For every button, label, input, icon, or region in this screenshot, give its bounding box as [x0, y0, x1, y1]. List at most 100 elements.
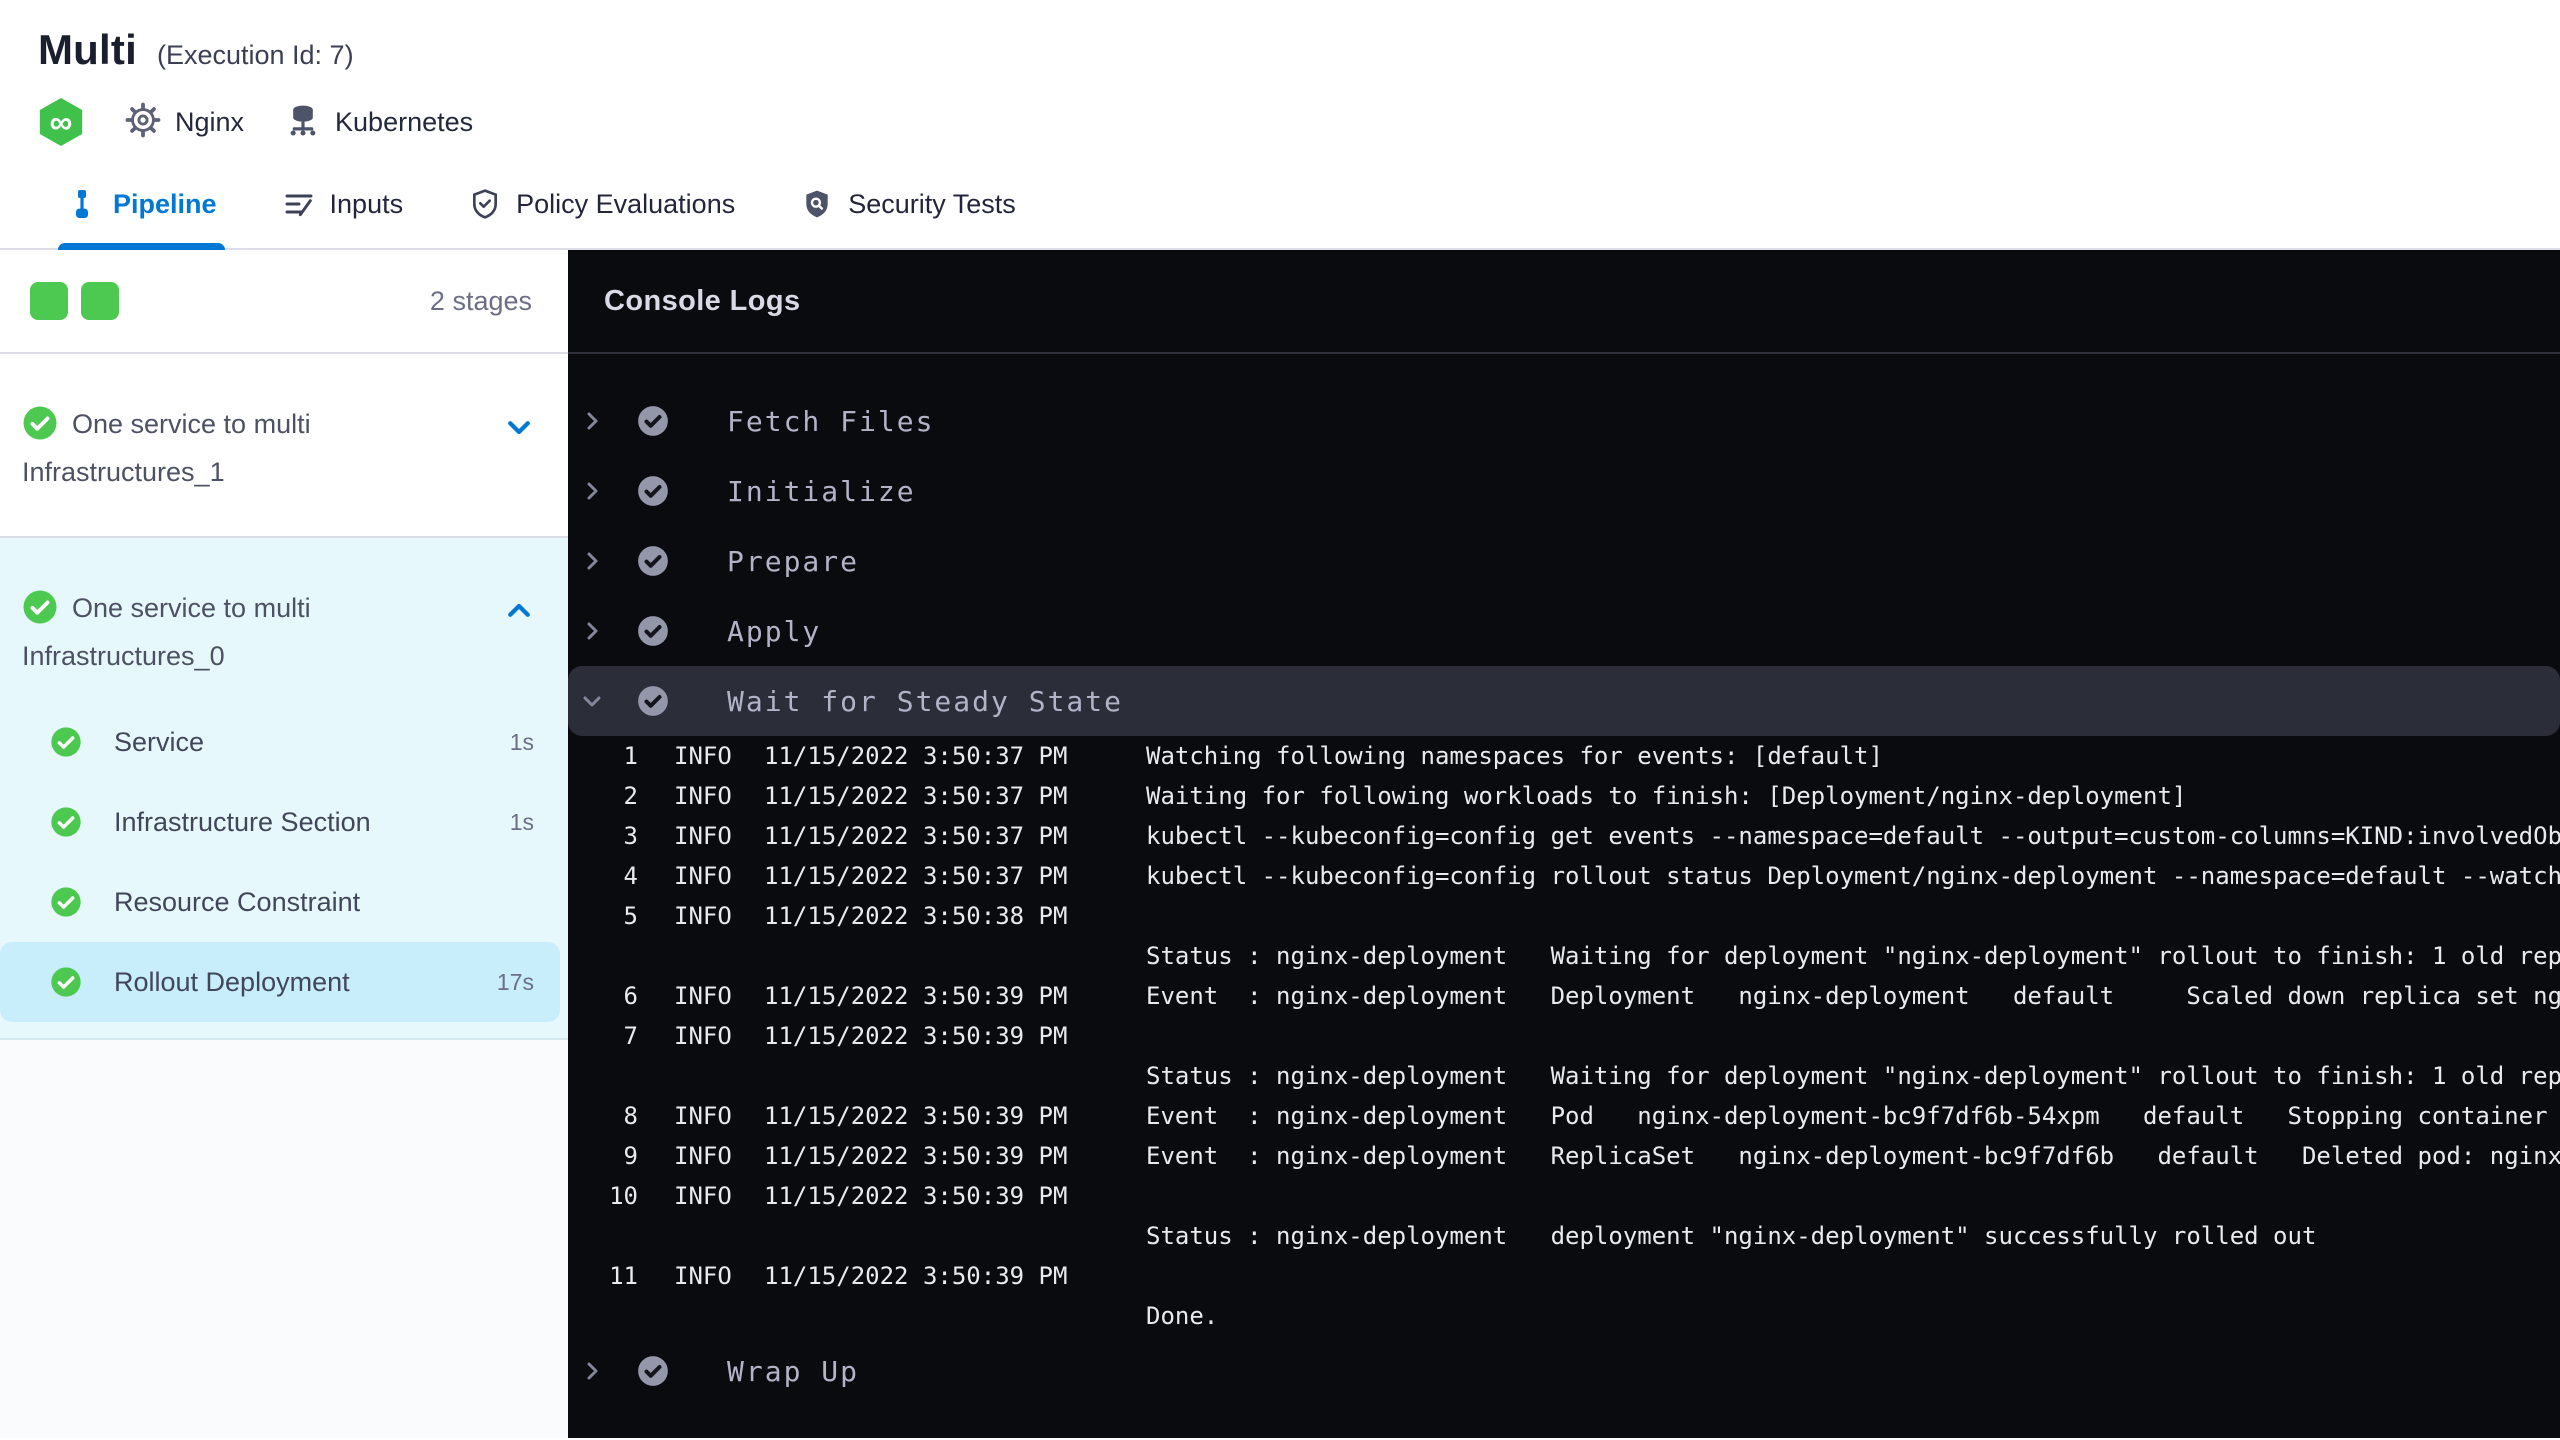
tab-inputs[interactable]: Inputs — [283, 160, 403, 248]
log-level: INFO — [674, 822, 732, 850]
log-line: Status : nginx-deployment deployment "ng… — [568, 1216, 2560, 1256]
success-check-icon — [50, 726, 82, 758]
step-success-check-icon — [636, 474, 670, 508]
log-lines: 1 INFO 11/15/2022 3:50:37 PM Watching follo… — [568, 736, 2560, 1336]
tab-policy-evaluations[interactable]: Policy Evaluations — [469, 160, 735, 248]
step-item-rollout-deployment[interactable]: Rollout Deployment 17s — [0, 942, 560, 1022]
console-step-label: Wrap Up — [727, 1354, 860, 1388]
log-message: Event : nginx-deployment Deployment ngin… — [1146, 982, 2560, 1010]
log-message: Event : nginx-deployment ReplicaSet ngin… — [1146, 1142, 2560, 1170]
log-line: 4 INFO 11/15/2022 3:50:37 PM kubectl --kube… — [568, 856, 2560, 896]
console-body: Fetch Files Initialize Prepare Apply Wait fo… — [568, 354, 2560, 1406]
log-line-number: 7 — [623, 1022, 638, 1050]
console-header: Console Logs — [568, 250, 2560, 354]
console-step-wait-for-steady-state[interactable]: Wait for Steady State — [568, 666, 2560, 736]
log-level: INFO — [674, 1022, 732, 1050]
tab-security-tests[interactable]: Security Tests — [801, 160, 1016, 248]
chevron-right-icon[interactable] — [580, 409, 604, 433]
step-success-check-icon — [636, 544, 670, 578]
log-level: INFO — [674, 1262, 732, 1290]
step-list: Service 1s Infrastructure Section 1s Resourc… — [0, 702, 568, 1022]
console-panel: Console Logs Fetch Files Initialize Prepar… — [568, 250, 2560, 1438]
log-line: 8 INFO 11/15/2022 3:50:39 PM Event : nginx-… — [568, 1096, 2560, 1136]
success-check-icon — [22, 589, 58, 636]
service-entity[interactable]: Nginx — [124, 101, 244, 144]
log-message: Watching following namespaces for events… — [1146, 742, 1883, 770]
gear-icon — [124, 101, 162, 144]
chevron-right-icon[interactable] — [580, 479, 604, 503]
success-check-icon — [22, 405, 58, 452]
console-step-wrap-up[interactable]: Wrap Up — [568, 1336, 2560, 1406]
stage-item-collapsed[interactable]: One service to multi Infrastructures_1 — [0, 354, 568, 538]
chevron-right-icon[interactable] — [580, 619, 604, 643]
log-line: Done. — [568, 1296, 2560, 1336]
stage-item-expanded[interactable]: One service to multi Infrastructures_0 — [0, 538, 568, 702]
log-line: 3 INFO 11/15/2022 3:50:37 PM kubectl --kube… — [568, 816, 2560, 856]
log-line: 9 INFO 11/15/2022 3:50:39 PM Event : nginx-… — [568, 1136, 2560, 1176]
stage-count: 2 stages — [429, 285, 532, 316]
chevron-right-icon[interactable] — [580, 549, 604, 573]
log-message: kubectl --kubeconfig=config rollout stat… — [1146, 862, 2560, 890]
log-message: Event : nginx-deployment Pod nginx-deplo… — [1146, 1102, 2548, 1130]
step-label: Infrastructure Section — [114, 806, 371, 837]
log-line: Status : nginx-deployment Waiting for de… — [568, 936, 2560, 976]
tab-label: Policy Evaluations — [516, 188, 736, 219]
inputs-icon — [283, 188, 315, 220]
console-step-label: Fetch Files — [727, 404, 935, 438]
harness-logo-icon: ∞ — [39, 98, 83, 146]
log-message: kubectl --kubeconfig=config get events -… — [1146, 822, 2560, 850]
step-duration: 1s — [509, 728, 534, 755]
stage-label: One service to multi Infrastructures_1 — [22, 404, 468, 492]
infrastructure-entity[interactable]: Kubernetes — [284, 101, 473, 144]
log-timestamp: 11/15/2022 3:50:39 PM — [764, 1142, 1068, 1170]
console-step-fetch-files[interactable]: Fetch Files — [568, 386, 2560, 456]
log-level: INFO — [674, 902, 732, 930]
success-check-icon — [50, 966, 82, 998]
console-step-prepare[interactable]: Prepare — [568, 526, 2560, 596]
log-line-number: 10 — [609, 1182, 638, 1210]
log-level: INFO — [674, 982, 732, 1010]
step-item-service[interactable]: Service 1s — [0, 702, 560, 782]
console-step-label: Wait for Steady State — [727, 684, 1124, 718]
log-line-number: 6 — [623, 982, 638, 1010]
console-step-apply[interactable]: Apply — [568, 596, 2560, 666]
log-level: INFO — [674, 1182, 732, 1210]
log-message: Status : nginx-deployment deployment "ng… — [1146, 1222, 2317, 1250]
execution-sidebar: 2 stages One service to multi Infrastruc… — [0, 250, 568, 1438]
step-label: Service — [114, 726, 205, 757]
log-level: INFO — [674, 742, 732, 770]
infrastructure-name: Kubernetes — [335, 106, 474, 137]
log-level: INFO — [674, 1142, 732, 1170]
chevron-down-icon[interactable] — [504, 412, 534, 447]
console-step-initialize[interactable]: Initialize — [568, 456, 2560, 526]
log-level: INFO — [674, 862, 732, 890]
log-timestamp: 11/15/2022 3:50:39 PM — [764, 1102, 1068, 1130]
chevron-right-icon[interactable] — [580, 1359, 604, 1383]
log-timestamp: 11/15/2022 3:50:37 PM — [764, 782, 1068, 810]
policy-evaluations-icon — [469, 188, 501, 220]
console-step-label: Apply — [727, 614, 822, 648]
log-line-number: 5 — [623, 902, 638, 930]
log-line: Status : nginx-deployment Waiting for de… — [568, 1056, 2560, 1096]
log-line: 1 INFO 11/15/2022 3:50:37 PM Watching follo… — [568, 736, 2560, 776]
log-line: 11 INFO 11/15/2022 3:50:39 PM — [568, 1256, 2560, 1296]
step-duration: 1s — [509, 808, 534, 835]
log-line-number: 8 — [623, 1102, 638, 1130]
log-message: Waiting for following workloads to finis… — [1146, 782, 2187, 810]
log-message: Done. — [1146, 1302, 1219, 1330]
log-line-number: 2 — [623, 782, 638, 810]
kubernetes-infra-icon — [284, 101, 322, 144]
step-item-infrastructure-section[interactable]: Infrastructure Section 1s — [0, 782, 560, 862]
page-title: Multi — [38, 26, 137, 73]
chevron-down-icon[interactable] — [580, 689, 604, 713]
step-item-resource-constraint[interactable]: Resource Constraint — [0, 862, 560, 942]
stages-summary: 2 stages — [0, 250, 568, 354]
chevron-up-icon[interactable] — [504, 596, 534, 631]
log-line: 2 INFO 11/15/2022 3:50:37 PM Waiting for fo… — [568, 776, 2560, 816]
console-title: Console Logs — [604, 284, 801, 317]
log-timestamp: 11/15/2022 3:50:37 PM — [764, 862, 1068, 890]
log-message: Status : nginx-deployment Waiting for de… — [1146, 1062, 2560, 1090]
log-line-number: 3 — [623, 822, 638, 850]
tab-pipeline[interactable]: Pipeline — [58, 160, 225, 250]
log-line: 7 INFO 11/15/2022 3:50:39 PM — [568, 1016, 2560, 1056]
